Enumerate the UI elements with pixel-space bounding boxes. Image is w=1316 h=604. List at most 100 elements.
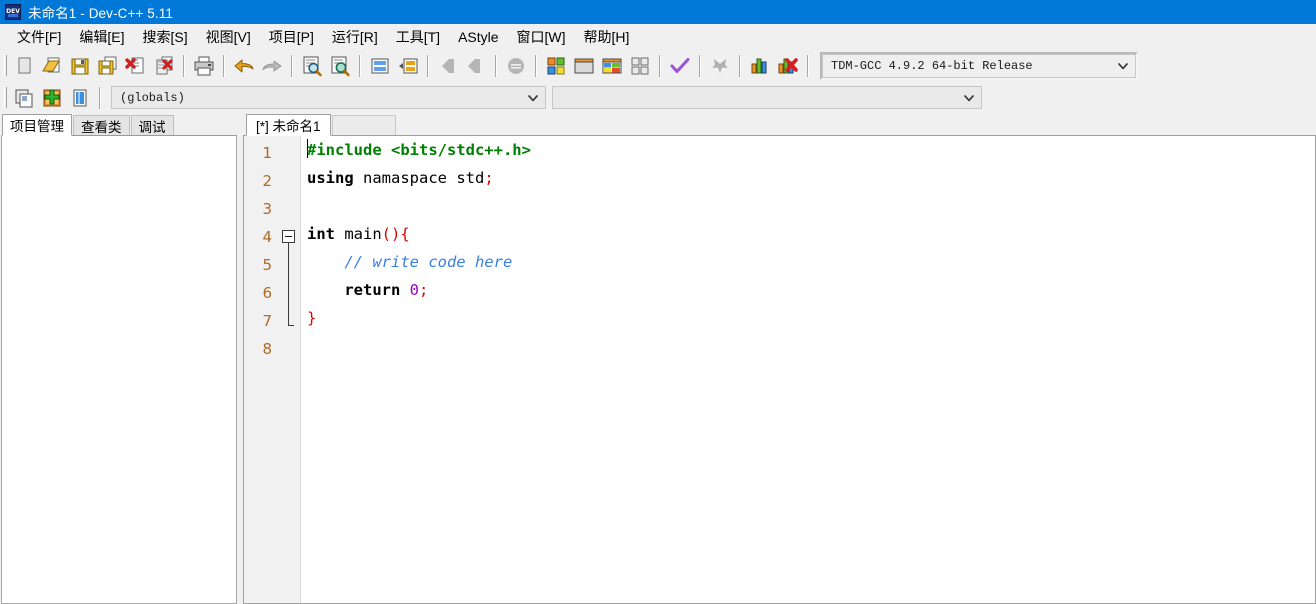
project-options-icon[interactable] bbox=[66, 85, 94, 111]
toolbar-container: TDM-GCC 4.9.2 64-bit Release (globals) bbox=[0, 49, 1316, 113]
menu-help[interactable]: 帮助[H] bbox=[575, 24, 639, 50]
class-browser-member-select[interactable] bbox=[552, 86, 982, 109]
editor-panel: [*] 未命名1 1 2 3 4 5 6 7 8 #include <bits/stdc++.… bbox=[243, 113, 1316, 604]
compile-icon[interactable] bbox=[542, 53, 570, 79]
menu-project[interactable]: 项目[P] bbox=[260, 24, 323, 50]
chevron-down-icon[interactable] bbox=[1111, 55, 1135, 77]
main-body: 项目管理 查看类 调试 [*] 未命名1 1 2 3 4 5 6 7 8 #include <… bbox=[0, 113, 1316, 604]
replace-icon[interactable] bbox=[326, 53, 354, 79]
code-editor[interactable]: 1 2 3 4 5 6 7 8 #include <bits/stdc++.h> using n… bbox=[243, 135, 1316, 604]
close-file-icon[interactable] bbox=[122, 53, 150, 79]
fold-collapse-icon[interactable] bbox=[282, 230, 295, 243]
chevron-down-icon[interactable] bbox=[957, 87, 981, 108]
new-file-icon[interactable] bbox=[10, 53, 38, 79]
code-line[interactable]: #include <bits/stdc++.h> bbox=[307, 136, 1315, 164]
nav-forward-icon[interactable] bbox=[462, 53, 490, 79]
toolbar-grip[interactable] bbox=[4, 87, 7, 108]
toolbar-separator bbox=[739, 54, 741, 77]
code-line[interactable] bbox=[307, 192, 1315, 220]
gutter-line-number: 4 bbox=[262, 228, 272, 246]
close-all-icon[interactable] bbox=[150, 53, 178, 79]
title-bar: DEV 未命名1 - Dev-C++ 5.11 bbox=[0, 0, 1316, 24]
code-line[interactable]: int main(){ bbox=[307, 220, 1315, 248]
code-line[interactable]: // write code here bbox=[307, 248, 1315, 276]
delete-profile-icon[interactable] bbox=[774, 53, 802, 79]
menu-search[interactable]: 搜索[S] bbox=[133, 24, 196, 50]
toolbar-separator bbox=[807, 54, 809, 77]
toolbar-grip[interactable] bbox=[4, 55, 7, 76]
add-to-project-icon[interactable] bbox=[38, 85, 66, 111]
menu-edit[interactable]: 编辑[E] bbox=[70, 24, 133, 50]
project-tree[interactable] bbox=[1, 135, 237, 604]
fold-range-end bbox=[288, 325, 294, 326]
code-token: (){ bbox=[381, 225, 410, 243]
toolbar-separator bbox=[535, 54, 537, 77]
run-icon[interactable] bbox=[570, 53, 598, 79]
class-browser-toolbar: (globals) bbox=[0, 82, 1316, 113]
menu-astyle[interactable]: AStyle bbox=[449, 26, 507, 48]
sidebar-tab-debug[interactable]: 调试 bbox=[130, 115, 174, 135]
save-icon[interactable] bbox=[66, 53, 94, 79]
toolbar-separator bbox=[183, 54, 185, 77]
redo-icon[interactable] bbox=[258, 53, 286, 79]
toolbar-separator bbox=[659, 54, 661, 77]
toggle-bookmark-icon[interactable] bbox=[394, 53, 422, 79]
code-line[interactable]: using namaspace std; bbox=[307, 164, 1315, 192]
code-line[interactable]: } bbox=[307, 304, 1315, 332]
rebuild-all-icon[interactable] bbox=[626, 53, 654, 79]
main-toolbar: TDM-GCC 4.9.2 64-bit Release bbox=[0, 49, 1316, 82]
menu-tools[interactable]: 工具[T] bbox=[387, 24, 449, 50]
toolbar-separator bbox=[359, 54, 361, 77]
app-icon-bar bbox=[8, 14, 18, 17]
editor-gutter[interactable]: 1 2 3 4 5 6 7 8 bbox=[244, 136, 301, 603]
class-browser-scope-select[interactable]: (globals) bbox=[111, 86, 546, 109]
toolbar-separator bbox=[495, 54, 497, 77]
find-icon[interactable] bbox=[298, 53, 326, 79]
gutter-line-number: 2 bbox=[262, 172, 272, 190]
editor-code-area[interactable]: #include <bits/stdc++.h> using namaspace … bbox=[301, 136, 1315, 603]
sidebar-tab-classes[interactable]: 查看类 bbox=[73, 115, 130, 135]
toggle-panel-icon[interactable] bbox=[502, 53, 530, 79]
toolbar-separator bbox=[427, 54, 429, 77]
compiler-set-select[interactable]: TDM-GCC 4.9.2 64-bit Release bbox=[820, 51, 1138, 80]
code-token: ; bbox=[419, 281, 429, 299]
chevron-down-icon[interactable] bbox=[521, 87, 545, 108]
compile-run-icon[interactable] bbox=[598, 53, 626, 79]
toolbar-separator bbox=[223, 54, 225, 77]
print-icon[interactable] bbox=[190, 53, 218, 79]
save-all-icon[interactable] bbox=[94, 53, 122, 79]
gutter-line-number: 7 bbox=[262, 312, 272, 330]
toolbar-separator bbox=[699, 54, 701, 77]
compiler-set-value: TDM-GCC 4.9.2 64-bit Release bbox=[831, 58, 1033, 73]
code-token: using bbox=[307, 169, 354, 187]
nav-back-icon[interactable] bbox=[434, 53, 462, 79]
fold-range-line bbox=[288, 243, 289, 325]
new-project-icon[interactable] bbox=[10, 85, 38, 111]
menu-run[interactable]: 运行[R] bbox=[323, 24, 387, 50]
code-token: namaspace std bbox=[353, 169, 485, 187]
scope-value: (globals) bbox=[120, 90, 185, 105]
stop-execution-icon[interactable] bbox=[706, 53, 734, 79]
goto-line-icon[interactable] bbox=[366, 53, 394, 79]
code-token: // write code here bbox=[307, 253, 513, 271]
sidebar-tab-project[interactable]: 项目管理 bbox=[2, 114, 72, 136]
menu-view[interactable]: 视图[V] bbox=[197, 24, 260, 50]
profile-icon[interactable] bbox=[746, 53, 774, 79]
editor-tab-untitled1[interactable]: [*] 未命名1 bbox=[246, 114, 331, 136]
editor-tabstrip-filler bbox=[331, 115, 396, 135]
code-line[interactable]: return 0; bbox=[307, 276, 1315, 304]
code-token: } bbox=[307, 309, 317, 327]
syntax-check-icon[interactable] bbox=[666, 53, 694, 79]
dev-cpp-icon: DEV bbox=[5, 4, 21, 20]
code-line[interactable] bbox=[307, 332, 1315, 360]
undo-icon[interactable] bbox=[230, 53, 258, 79]
gutter-line-number: 3 bbox=[262, 200, 272, 218]
menu-window[interactable]: 窗口[W] bbox=[508, 24, 575, 50]
menu-file[interactable]: 文件[F] bbox=[8, 24, 70, 50]
open-file-icon[interactable] bbox=[38, 53, 66, 79]
code-token: #include <bits/stdc++.h> bbox=[307, 141, 531, 159]
code-token: main bbox=[335, 225, 382, 243]
menu-bar: 文件[F] 编辑[E] 搜索[S] 视图[V] 项目[P] 运行[R] 工具[T… bbox=[0, 24, 1316, 49]
dev-cpp-window: DEV 未命名1 - Dev-C++ 5.11 文件[F] 编辑[E] 搜索[S… bbox=[0, 0, 1316, 604]
